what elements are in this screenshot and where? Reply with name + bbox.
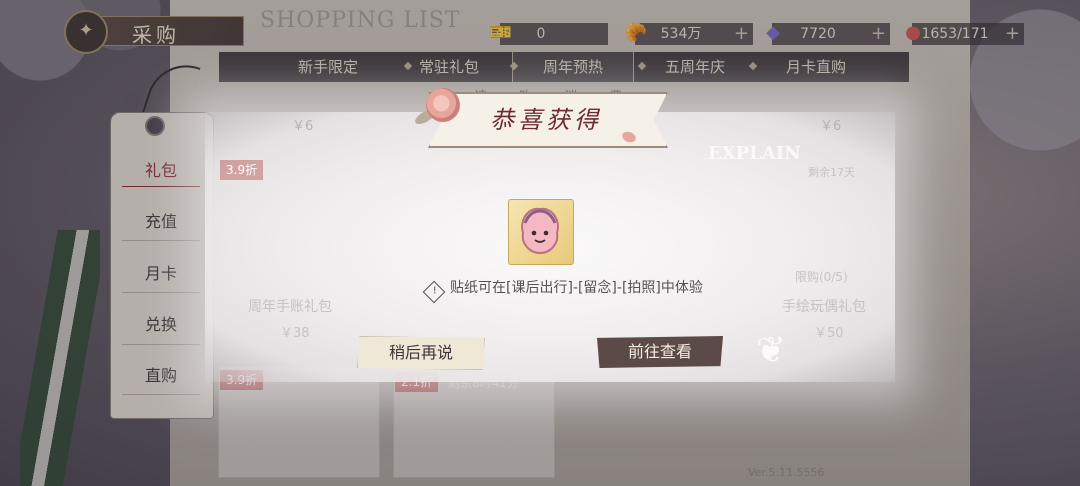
shell-sticker-icon — [521, 207, 559, 255]
faint-card-name: 手绘玩偶礼包 — [782, 299, 866, 315]
popup-title: 恭喜获得 — [490, 106, 602, 134]
faint-price: ￥6 — [292, 119, 314, 134]
discount-badge: 3.9折 — [220, 160, 264, 180]
later-button[interactable]: 稍后再说 — [357, 336, 485, 370]
faint-card-price: ￥50 — [814, 326, 844, 341]
sticker-notice: ! 贴纸可在[课后出行]-[留念]-[拍照]中体验 — [422, 277, 703, 304]
faint-card-days: 剩余17天 — [808, 166, 855, 179]
faint-card-name: 周年手账礼包 — [248, 299, 332, 315]
go-view-button[interactable]: 前往查看 — [597, 336, 723, 368]
game-screen: ✦ 采购 ? SHOPPING LIST 🎫 0 🥐 534万 + ◆ 7720… — [0, 0, 1080, 486]
notice-text: 贴纸可在[课后出行]-[留念]-[拍照]中体验 — [450, 280, 703, 296]
faint-card-price: ￥38 — [280, 326, 310, 341]
warning-icon: ! — [422, 280, 446, 304]
faint-price: ￥6 — [820, 119, 842, 134]
explain-watermark: EXPLAIN — [708, 143, 801, 164]
butterfly-decoration-icon: ❦ — [756, 330, 787, 371]
faint-card-limit: 限购(0/5) — [795, 270, 848, 284]
